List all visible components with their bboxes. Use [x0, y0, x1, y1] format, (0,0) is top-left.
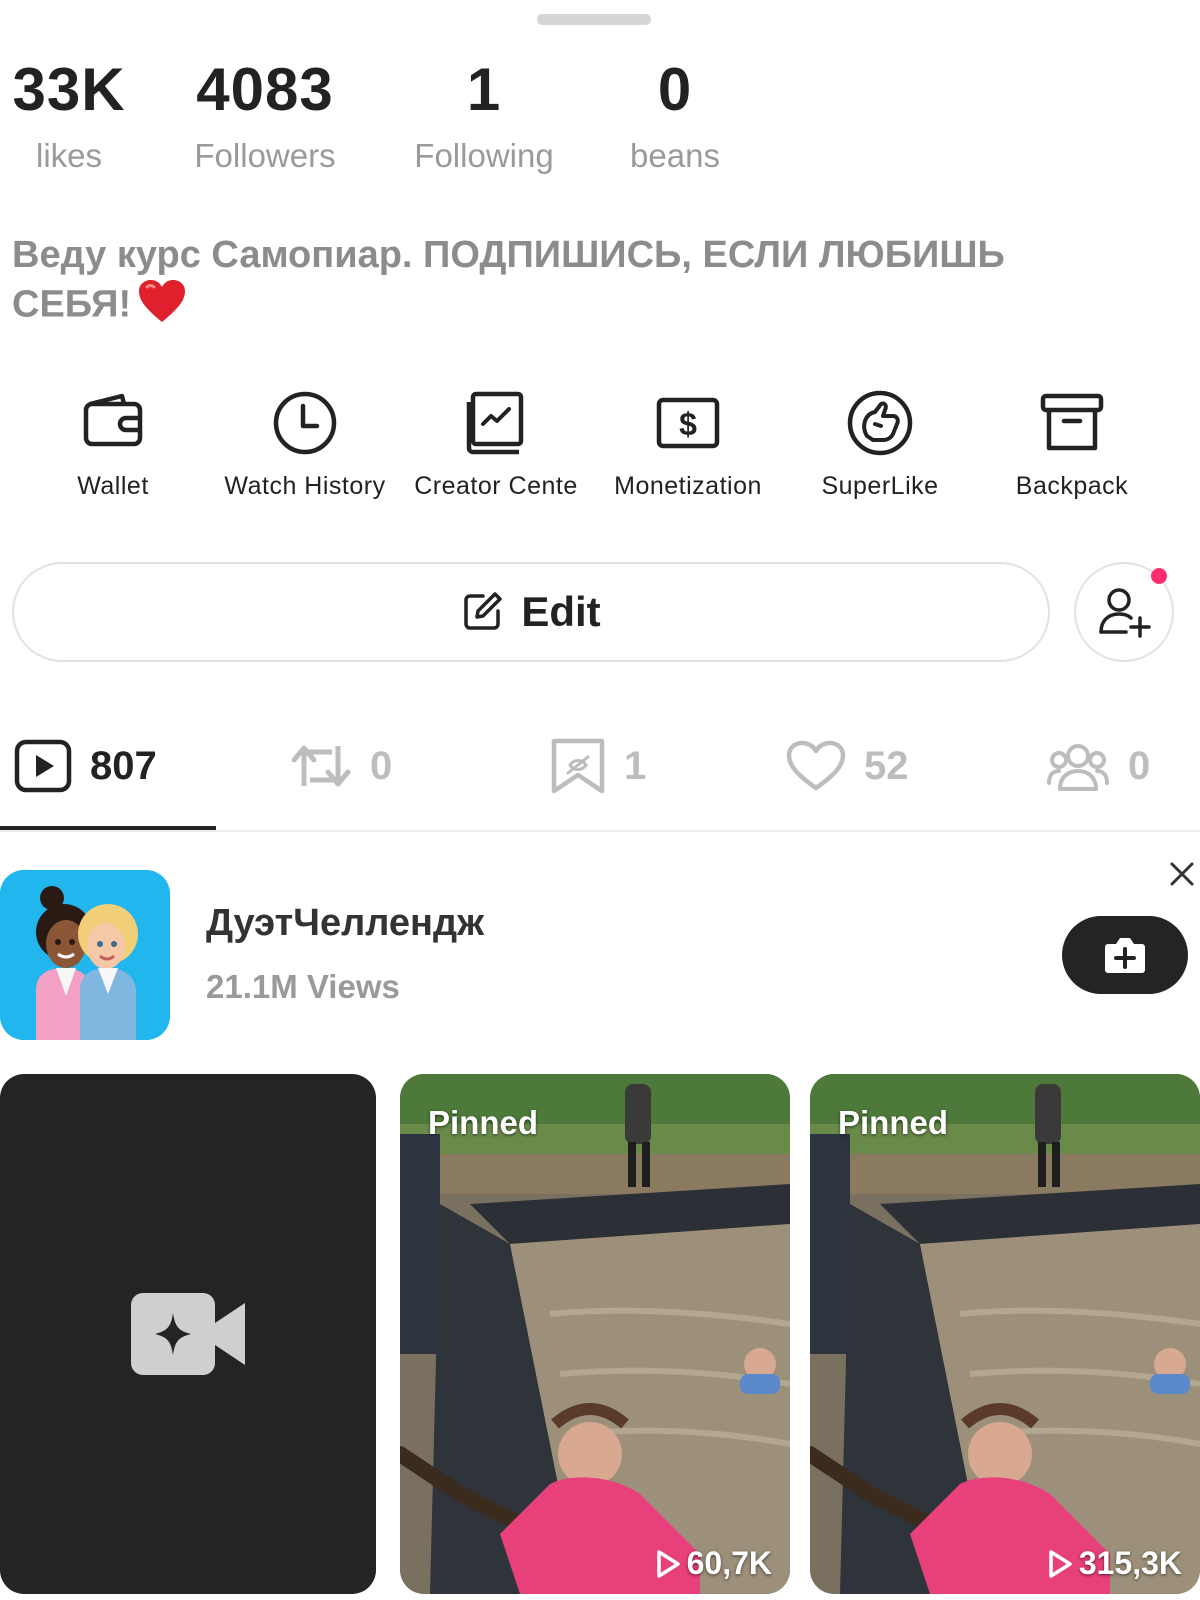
heart-outline-icon: [786, 740, 846, 791]
close-icon[interactable]: [1166, 858, 1198, 890]
tool-creator-center[interactable]: Creator Cente: [400, 388, 592, 501]
profile-bio: Веду курс Самопиар. ПОДПИШИСЬ, ЕСЛИ ЛЮБИ…: [12, 232, 1132, 335]
likes-label: likes: [35, 137, 103, 174]
followers-count: 4083: [196, 56, 334, 123]
reposts-count: 0: [370, 743, 393, 788]
create-video-cell[interactable]: [0, 1074, 376, 1594]
red-heart-icon: [137, 278, 187, 335]
tool-wallet[interactable]: Wallet: [17, 388, 209, 501]
play-outline-icon: [656, 1549, 680, 1578]
superlike-icon: [847, 390, 913, 456]
play-count-value: 60,7K: [686, 1545, 772, 1581]
backpack-label: Backpack: [1015, 472, 1129, 500]
play-square-icon: [14, 739, 72, 793]
notification-dot: [1151, 568, 1167, 584]
beans-count: 0: [657, 56, 693, 123]
challenge-thumbnail[interactable]: [0, 870, 170, 1040]
tool-watch-history[interactable]: Watch History: [209, 388, 401, 501]
tab-favorites[interactable]: 1: [550, 736, 646, 796]
archive-box-icon: [1040, 393, 1104, 451]
superlike-label: SuperLike: [821, 472, 939, 500]
tool-backpack[interactable]: Backpack: [976, 388, 1168, 501]
edit-profile-button[interactable]: Edit: [12, 562, 1050, 662]
video-thumbnail[interactable]: Pinned 315,3K: [810, 1074, 1200, 1594]
camera-add-icon: [1105, 938, 1145, 973]
play-count: 315,3K: [1047, 1545, 1182, 1582]
repost-icon: [291, 745, 351, 787]
edit-icon: [464, 592, 503, 630]
video-preview-image: [400, 1074, 790, 1594]
play-outline-icon: [1049, 1549, 1072, 1578]
challenge-cartoon-image: [0, 870, 170, 1040]
edit-label: Edit: [521, 588, 601, 635]
join-challenge-button[interactable]: [1062, 916, 1188, 994]
videos-count: 807: [90, 743, 157, 788]
play-count-value: 315,3K: [1078, 1545, 1182, 1581]
video-camera-sparkle-icon: [131, 1293, 245, 1375]
svg-text:$: $: [679, 406, 697, 442]
tab-divider: [0, 830, 1200, 832]
chart-book-icon: [466, 391, 524, 455]
monetization-label: Monetization: [614, 472, 762, 500]
pinned-label: Pinned: [838, 1104, 949, 1141]
bookmark-icon: [551, 738, 605, 794]
tab-liked[interactable]: 52: [786, 736, 909, 796]
liked-count: 52: [864, 743, 909, 788]
group-icon: [1047, 744, 1109, 791]
stat-beans[interactable]: 0 beans: [614, 58, 736, 176]
followers-label: Followers: [194, 137, 336, 174]
beans-label: beans: [630, 137, 720, 174]
creator-center-label: Creator Cente: [414, 472, 578, 500]
challenge-title[interactable]: ДуэтЧеллендж: [206, 902, 484, 945]
video-preview-image: [810, 1074, 1200, 1594]
stat-likes[interactable]: 33K likes: [8, 58, 130, 176]
tab-reposts[interactable]: 0: [290, 736, 392, 796]
stat-followers[interactable]: 4083 Followers: [180, 58, 350, 176]
add-user-icon: [1099, 588, 1151, 638]
challenge-views: 21.1M Views: [206, 968, 400, 1005]
following-count: 1: [466, 56, 502, 123]
tool-superlike[interactable]: SuperLike: [784, 388, 976, 501]
watch-history-label: Watch History: [224, 472, 386, 500]
favorites-count: 1: [624, 743, 647, 788]
following-label: Following: [414, 137, 554, 174]
sheet-grabber[interactable]: [537, 14, 651, 25]
stat-following[interactable]: 1 Following: [400, 58, 568, 176]
play-count: 60,7K: [655, 1545, 772, 1582]
wallet-label: Wallet: [77, 472, 149, 500]
video-thumbnail[interactable]: Pinned 60,7K: [400, 1074, 790, 1594]
groups-count: 0: [1128, 743, 1151, 788]
likes-count: 33K: [12, 56, 126, 123]
clock-icon: [273, 391, 337, 455]
tab-videos[interactable]: 807: [14, 736, 157, 796]
pinned-label: Pinned: [428, 1104, 539, 1141]
wallet-icon: [83, 393, 143, 447]
tool-monetization[interactable]: $ Monetization: [592, 388, 784, 501]
tab-groups[interactable]: 0: [1046, 736, 1150, 796]
dollar-icon: $: [656, 397, 720, 449]
